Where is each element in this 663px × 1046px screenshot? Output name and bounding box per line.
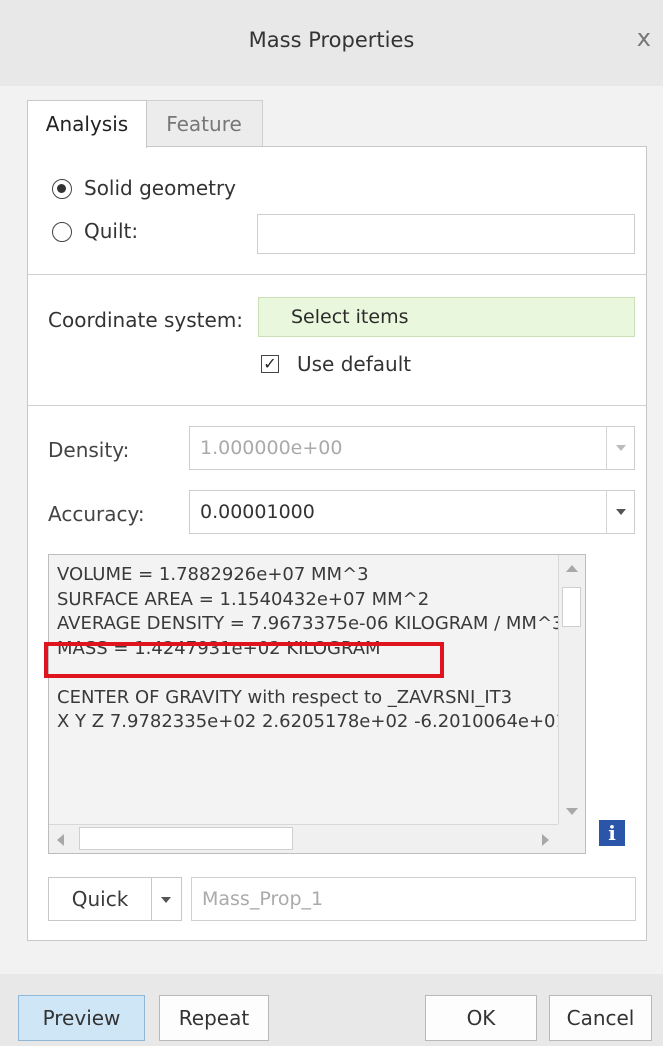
result-line-volume: VOLUME = 1.7882926e+07 MM^3 [57,564,369,585]
preview-button[interactable]: Preview [18,995,145,1041]
scrollbar-corner [558,824,585,853]
vertical-scroll-thumb[interactable] [562,587,581,627]
scroll-down-icon[interactable] [566,808,578,815]
quilt-label: Quilt: [84,219,139,243]
quilt-field[interactable] [257,214,635,254]
accuracy-value: 0.00001000 [200,501,315,523]
solid-geometry-label: Solid geometry [84,176,237,200]
divider [28,274,646,275]
close-icon[interactable]: x [637,24,651,52]
ok-button[interactable]: OK [425,995,537,1041]
result-line-average-density: AVERAGE DENSITY = 7.9673375e-06 KILOGRAM… [57,613,559,634]
accuracy-label: Accuracy: [48,502,145,526]
result-line-center-of-gravity: CENTER OF GRAVITY with respect to _ZAVRS… [57,686,513,708]
result-line-surface-area: SURFACE AREA = 1.1540432e+07 MM^2 [57,588,430,610]
scroll-left-icon[interactable] [57,834,64,846]
coordinate-system-select-field[interactable]: Select items [258,297,635,337]
use-default-label: Use default [297,352,412,376]
repeat-button[interactable]: Repeat [159,995,269,1041]
results-text-area[interactable]: VOLUME = 1.7882926e+07 MM^3 SURFACE AREA… [49,555,559,825]
cancel-button[interactable]: Cancel [549,995,652,1041]
analysis-name-field[interactable]: Mass_Prop_1 [191,877,636,921]
tab-feature[interactable]: Feature [145,100,263,147]
title-bar: Mass Properties x [0,0,663,86]
density-label: Density: [48,438,130,462]
coordinate-system-label: Coordinate system: [48,308,244,332]
chevron-down-icon[interactable] [152,877,182,921]
tab-analysis[interactable]: Analysis [27,100,147,148]
quick-mode-button[interactable]: Quick [48,877,152,921]
quilt-radio[interactable] [52,222,72,242]
horizontal-scrollbar[interactable] [49,824,559,853]
accuracy-dropdown[interactable]: 0.00001000 [189,490,635,534]
analysis-panel: Solid geometry Quilt: Coordinate system:… [27,146,647,941]
scroll-up-icon[interactable] [566,565,578,572]
divider [28,405,646,406]
dialog-title: Mass Properties [248,28,415,52]
vertical-scrollbar[interactable] [558,555,585,825]
scroll-right-icon[interactable] [542,834,549,846]
results-textbox[interactable]: VOLUME = 1.7882926e+07 MM^3 SURFACE AREA… [48,554,586,854]
density-value: 1.000000e+00 [200,437,343,459]
result-line-blank [57,661,559,686]
use-default-checkbox[interactable]: ✓ [261,355,279,373]
chevron-down-icon [606,427,634,469]
chevron-down-icon[interactable] [606,491,634,533]
result-line-mass: MASS = 1.4247931e+02 KILOGRAM [57,637,381,659]
info-icon[interactable]: i [599,820,625,846]
density-dropdown: 1.000000e+00 [189,426,635,470]
result-line-xyz: X Y Z 7.9782335e+02 2.6205178e+02 -6.201… [57,711,559,732]
horizontal-scroll-thumb[interactable] [79,827,293,850]
solid-geometry-radio[interactable] [52,179,72,199]
